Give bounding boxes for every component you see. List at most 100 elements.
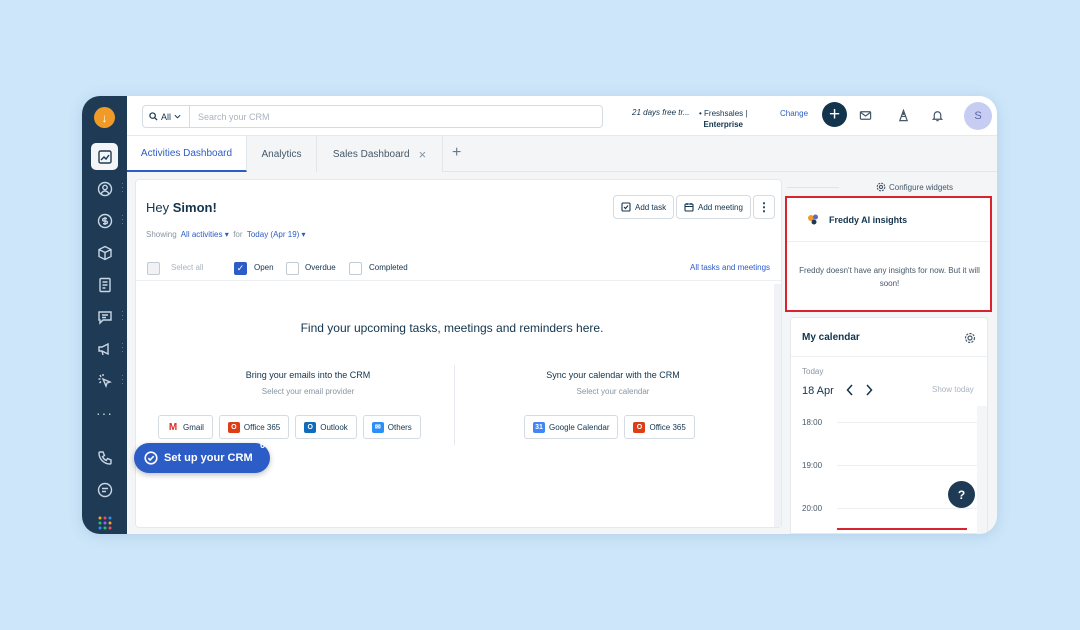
sidebar: ↓ · · · · · · · · · · · · · · · ··· bbox=[82, 96, 127, 534]
activities-scrollbar[interactable] bbox=[774, 284, 781, 527]
activity-filters: Select all ✓ Open Overdue Completed All … bbox=[136, 255, 781, 281]
workflows-more-icon[interactable]: · · · bbox=[121, 372, 124, 388]
gmail-icon: M bbox=[167, 421, 179, 433]
calendar-divider bbox=[791, 356, 987, 357]
hour-label: 18:00 bbox=[802, 418, 823, 427]
search-input[interactable]: Search your CRM bbox=[190, 105, 603, 128]
search-scope-select[interactable]: All bbox=[142, 105, 190, 128]
tab-analytics[interactable]: Analytics bbox=[247, 136, 317, 172]
more-icon[interactable]: ··· bbox=[91, 399, 118, 426]
search-scope-label: All bbox=[161, 111, 172, 122]
select-all-checkbox[interactable] bbox=[147, 262, 160, 275]
others-button[interactable]: ✉ Others bbox=[362, 415, 421, 439]
mail-icon: ✉ bbox=[371, 421, 384, 433]
hour-line bbox=[837, 422, 977, 423]
completed-checkbox[interactable] bbox=[349, 262, 362, 275]
apps-icon[interactable] bbox=[91, 509, 118, 534]
greeting: Hey Simon! bbox=[146, 200, 217, 215]
select-all-label: Select all bbox=[171, 263, 204, 272]
hour-line bbox=[837, 465, 977, 466]
workflows-icon[interactable] bbox=[91, 367, 118, 394]
close-tab-icon[interactable]: × bbox=[419, 147, 427, 162]
freshsales-logo[interactable]: ↓ bbox=[94, 107, 115, 128]
freddy-bot-icon[interactable] bbox=[895, 107, 911, 123]
documents-icon[interactable] bbox=[91, 271, 118, 298]
chevron-right-icon[interactable] bbox=[865, 384, 873, 396]
quick-add-button[interactable]: + bbox=[822, 102, 847, 127]
provider-label: Outlook bbox=[320, 422, 348, 432]
tab-activities-dashboard[interactable]: Activities Dashboard bbox=[127, 136, 247, 172]
calendar-providers: 31 Google Calendar O Office 365 bbox=[524, 415, 695, 439]
office365-icon: O bbox=[227, 421, 240, 433]
section-divider bbox=[454, 365, 455, 445]
chevron-down-icon bbox=[174, 114, 181, 119]
dashboard-tabs: Activities Dashboard Analytics Sales Das… bbox=[127, 136, 997, 172]
conversations-icon[interactable] bbox=[91, 303, 118, 330]
activity-type-dropdown[interactable]: All activities ▾ bbox=[181, 230, 229, 239]
plan-info: • Freshsales | Enterprise bbox=[699, 108, 747, 130]
office365-button[interactable]: O Office 365 bbox=[218, 415, 290, 439]
add-task-button[interactable]: Add task bbox=[613, 195, 675, 219]
contacts-more-icon[interactable]: · · · bbox=[121, 180, 124, 196]
calendar-sync-section: Sync your calendar with the CRM Select y… bbox=[463, 370, 763, 396]
provider-label: Others bbox=[387, 422, 412, 432]
hour-label: 20:00 bbox=[802, 504, 823, 513]
tab-sales-dashboard[interactable]: Sales Dashboard × bbox=[317, 136, 443, 172]
add-meeting-button[interactable]: Add meeting bbox=[676, 195, 751, 219]
tab-label: Sales Dashboard bbox=[332, 148, 410, 160]
greeting-prefix: Hey bbox=[146, 200, 170, 215]
conversations-more-icon[interactable]: · · · bbox=[121, 308, 124, 324]
campaigns-icon[interactable] bbox=[91, 335, 118, 362]
campaigns-more-icon[interactable]: · · · bbox=[121, 340, 124, 356]
freddy-message: Freddy doesn't have any insights for now… bbox=[799, 266, 980, 288]
calendar-scrollbar[interactable] bbox=[977, 406, 987, 534]
outlook-button[interactable]: O Outlook bbox=[295, 415, 357, 439]
today-label: Today bbox=[802, 367, 824, 376]
configure-widgets-button[interactable]: Configure widgets bbox=[839, 179, 990, 195]
google-calendar-button[interactable]: 31 Google Calendar bbox=[524, 415, 619, 439]
google-calendar-icon: 31 bbox=[533, 421, 545, 433]
user-avatar[interactable]: S bbox=[964, 102, 992, 130]
contacts-icon[interactable] bbox=[91, 175, 118, 202]
showing-label: Showing bbox=[146, 230, 177, 239]
setup-crm-button[interactable]: Set up your CRM bbox=[134, 443, 270, 473]
empty-state-title: Find your upcoming tasks, meetings and r… bbox=[300, 321, 604, 335]
calendar-sync-title: Sync your calendar with the CRM bbox=[546, 370, 680, 380]
provider-label: Office 365 bbox=[649, 422, 686, 432]
calendar-date: 18 Apr bbox=[802, 385, 834, 397]
mail-icon[interactable] bbox=[857, 107, 873, 123]
add-task-label: Add task bbox=[635, 202, 667, 212]
showing-filter: Showing All activities ▾ for Today (Apr … bbox=[146, 230, 306, 239]
search-icon bbox=[149, 112, 158, 121]
chat-icon[interactable] bbox=[91, 476, 118, 503]
open-checkbox[interactable]: ✓ bbox=[234, 262, 247, 275]
deals-more-icon[interactable]: · · · bbox=[121, 212, 124, 228]
show-today-button[interactable]: Show today bbox=[932, 385, 974, 394]
plan-line2: Enterprise bbox=[703, 120, 744, 129]
phone-icon[interactable] bbox=[91, 444, 118, 471]
email-sync-subtitle: Select your email provider bbox=[261, 387, 355, 396]
hour-line bbox=[837, 508, 977, 509]
for-label: for bbox=[233, 230, 243, 239]
calendar-sync-subtitle: Select your calendar bbox=[576, 387, 650, 396]
change-plan-link[interactable]: Change bbox=[780, 109, 808, 118]
overdue-checkbox[interactable] bbox=[286, 262, 299, 275]
all-tasks-link[interactable]: All tasks and meetings bbox=[690, 263, 770, 272]
outlook-icon: O bbox=[304, 421, 317, 433]
office365-icon: O bbox=[633, 421, 646, 433]
deals-icon[interactable] bbox=[91, 207, 118, 234]
gmail-button[interactable]: M Gmail bbox=[158, 415, 213, 439]
chevron-left-icon[interactable] bbox=[846, 384, 854, 396]
date-range-dropdown[interactable]: Today (Apr 19) ▾ bbox=[247, 230, 306, 239]
add-tab-button[interactable]: + bbox=[452, 144, 461, 162]
freddy-header: Freddy AI insights bbox=[787, 198, 990, 242]
calendar-title: My calendar bbox=[802, 332, 860, 343]
provider-label: Google Calendar bbox=[549, 422, 610, 432]
dashboard-icon[interactable] bbox=[91, 143, 118, 170]
bell-icon[interactable] bbox=[929, 107, 945, 123]
calendar-settings-icon[interactable] bbox=[964, 332, 976, 344]
office365-calendar-button[interactable]: O Office 365 bbox=[624, 415, 695, 439]
more-options-button[interactable]: ⋮ bbox=[753, 195, 775, 219]
help-button[interactable]: ? bbox=[948, 481, 975, 508]
products-icon[interactable] bbox=[91, 239, 118, 266]
